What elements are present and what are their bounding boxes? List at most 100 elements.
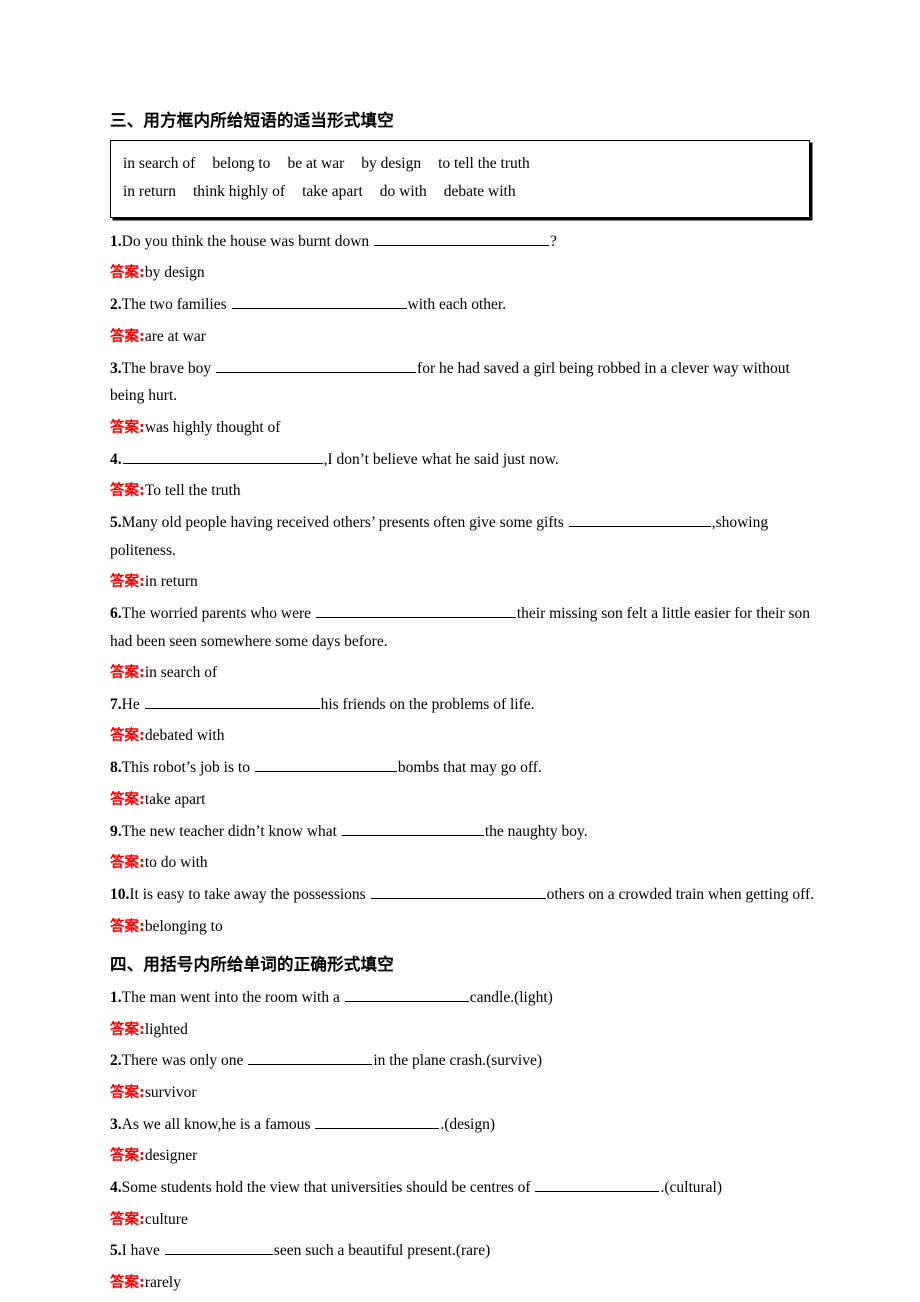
answer-label: 答案:: [110, 419, 145, 436]
answer-blank: [568, 511, 711, 527]
question-line: 7.He his friends on the problems of life…: [110, 691, 828, 719]
question-line: 9.The new teacher didn’t know what the n…: [110, 818, 828, 846]
answer-label: 答案:: [110, 1084, 145, 1101]
question-line: 1.Do you think the house was burnt down …: [110, 228, 828, 256]
answer-line: 答案:was highly thought of: [110, 414, 828, 442]
question-number: 5.: [110, 513, 122, 531]
answer-text: culture: [144, 1210, 188, 1228]
word-bank-phrase: belong to: [212, 154, 271, 172]
answer-text: survivor: [144, 1083, 197, 1101]
question-text: I have: [121, 1242, 164, 1260]
question-text: Some students hold the view that univers…: [121, 1179, 535, 1197]
answer-blank: [315, 1113, 440, 1129]
answer-text: To tell the truth: [144, 482, 241, 500]
answer-text: to do with: [144, 854, 208, 872]
question-number: 2.: [110, 296, 122, 314]
answer-label: 答案:: [110, 328, 145, 345]
answer-label: 答案:: [110, 1148, 145, 1165]
answer-text: was highly thought of: [144, 418, 281, 436]
question-line: 3.As we all know,he is a famous .(design…: [110, 1111, 828, 1139]
question-text: .(design): [440, 1115, 496, 1133]
answer-blank: [231, 294, 407, 310]
question-text: The two families: [121, 296, 231, 314]
question-number: 4.: [110, 450, 122, 468]
question-text: The worried parents who were: [121, 604, 315, 622]
question-text: ?: [550, 232, 557, 250]
question-line: 4.Some students hold the view that unive…: [110, 1174, 828, 1202]
question-text: It is easy to take away the possessions: [129, 886, 370, 904]
question-text: the naughty boy.: [484, 822, 588, 840]
word-bank-row: in return think highly of take apart do wit…: [123, 178, 797, 207]
question-number: 1.: [110, 988, 122, 1006]
question-text: Many old people having received others’ …: [121, 513, 568, 531]
answer-label: 答案:: [110, 1021, 145, 1038]
answer-line: 答案:are at war: [110, 323, 828, 351]
question-text: The new teacher didn’t know what: [121, 822, 341, 840]
question-number: 7.: [110, 695, 122, 713]
question-text: with each other.: [407, 296, 507, 314]
answer-text: by design: [144, 264, 205, 282]
answer-line: 答案:to do with: [110, 849, 828, 877]
answer-blank: [535, 1176, 660, 1193]
answer-blank: [248, 1050, 373, 1066]
answer-label: 答案:: [110, 1275, 145, 1292]
question-line: 5.Many old people having received others…: [110, 509, 828, 564]
answer-text: belonging to: [144, 917, 223, 935]
answer-text: take apart: [144, 790, 206, 808]
answer-line: 答案:designer: [110, 1142, 828, 1170]
question-text: ,I don’t believe what he said just now.: [323, 450, 559, 468]
question-number: 6.: [110, 604, 122, 622]
word-bank-phrase: take apart: [302, 183, 363, 201]
answer-text: in return: [144, 573, 198, 591]
question-line: 10.It is easy to take away the possessio…: [110, 881, 828, 909]
answer-text: designer: [144, 1147, 198, 1165]
answer-blank: [374, 230, 550, 246]
answer-label: 答案:: [110, 918, 145, 935]
answer-text: debated with: [144, 727, 225, 745]
answer-line: 答案:take apart: [110, 786, 828, 814]
answer-blank: [144, 693, 320, 709]
section-three-items: 1.Do you think the house was burnt down …: [110, 228, 828, 940]
question-line: 5.I have seen such a beautiful present.(…: [110, 1237, 828, 1265]
answer-text: rarely: [144, 1274, 181, 1292]
question-number: 2.: [110, 1052, 122, 1070]
worksheet-page: 三、用方框内所给短语的适当形式填空 in search of belong to b…: [0, 0, 920, 1302]
word-bank-row: in search of belong to be at war by design t…: [123, 150, 797, 179]
question-number: 1.: [110, 232, 122, 250]
answer-text: in search of: [144, 664, 218, 682]
answer-blank: [344, 986, 469, 1002]
question-text: The man went into the room with a: [121, 988, 344, 1006]
question-number: 8.: [110, 759, 122, 777]
question-number: 3.: [110, 1115, 122, 1133]
word-bank-phrase: to tell the truth: [438, 154, 530, 172]
question-line: 1.The man went into the room with a cand…: [110, 984, 828, 1012]
section-heading-four: 四、用括号内所给单词的正确形式填空: [110, 955, 394, 975]
question-line: 4. ,I don’t believe what he said just now…: [110, 446, 828, 474]
answer-label: 答案:: [110, 265, 145, 282]
answer-text: lighted: [144, 1020, 188, 1038]
question-text: The brave boy: [121, 359, 216, 377]
question-number: 4.: [110, 1179, 122, 1197]
answer-blank: [341, 820, 484, 836]
question-text: There was only one: [121, 1052, 248, 1070]
answer-blank: [164, 1240, 273, 1256]
question-line: 2.There was only one in the plane crash.…: [110, 1047, 828, 1075]
question-text: others on a crowded train when getting o…: [546, 886, 815, 904]
answer-label: 答案:: [110, 1211, 145, 1228]
answer-line: 答案:survivor: [110, 1079, 828, 1107]
answer-label: 答案:: [110, 791, 145, 808]
question-text: He: [121, 695, 144, 713]
word-bank-phrase: by design: [361, 154, 422, 172]
word-bank-phrase: be at war: [287, 154, 345, 172]
question-text: .(cultural): [660, 1179, 723, 1197]
answer-line: 答案:by design: [110, 259, 828, 287]
answer-label: 答案:: [110, 855, 145, 872]
question-line: 8.This robot’s job is to bombs that may …: [110, 754, 828, 782]
answer-label: 答案:: [110, 665, 145, 682]
question-number: 10.: [110, 886, 130, 904]
answer-blank: [216, 357, 417, 373]
question-text: bombs that may go off.: [397, 759, 542, 777]
answer-label: 答案:: [110, 574, 145, 591]
answer-text: are at war: [144, 327, 206, 345]
answer-line: 答案:belonging to: [110, 913, 828, 941]
